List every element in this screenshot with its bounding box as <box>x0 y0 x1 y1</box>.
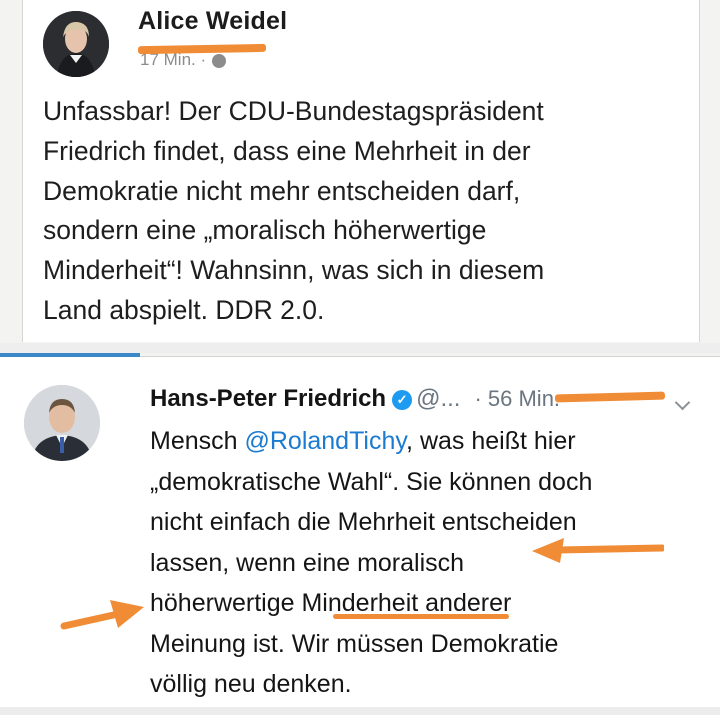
tweet-text-suffix: , was heißt hier <box>406 427 576 455</box>
post-line: Minderheit“! Wahnsinn, was sich in diese… <box>43 255 545 286</box>
tweet-header: Hans-Peter Friedrich ✓ @... · 56 Min. <box>150 385 560 413</box>
post-line: sondern eine „moralisch höherwertige <box>43 215 487 246</box>
arrow-annotation-right <box>60 600 144 630</box>
post-line: Land abspielt. DDR 2.0. <box>43 294 325 325</box>
avatar-portrait <box>43 11 109 77</box>
author-avatar[interactable] <box>43 11 109 77</box>
tweet-line: „demokratische Wahl“. Sie können doch <box>150 467 593 496</box>
tweet-line: Mensch @RolandTichy, was heißt hier <box>150 421 710 462</box>
post-author-name[interactable]: Alice Weidel <box>138 7 287 36</box>
section-divider <box>0 343 720 353</box>
arrow-annotation-left <box>532 538 664 563</box>
post-line: Demokratie nicht mehr entscheiden darf, <box>43 175 521 206</box>
post-line: Friedrich findet, dass eine Mehrheit in … <box>43 135 531 166</box>
mention-link[interactable]: @RolandTichy <box>244 427 406 455</box>
post-line: Unfassbar! Der CDU-Bundestagspräsident <box>43 96 544 126</box>
bottom-divider <box>0 707 720 715</box>
verified-badge-icon: ✓ <box>392 390 413 410</box>
annotation-underline <box>333 614 509 619</box>
tweet-text-prefix: Mensch <box>150 427 245 455</box>
tweet-handle[interactable]: @... <box>416 385 460 412</box>
tweet-line: völlig neu denken. <box>150 670 352 698</box>
post-body: Unfassbar! Der CDU-Bundestagspräsident F… <box>43 92 683 331</box>
avatar-portrait <box>24 385 100 461</box>
tweet-line: Meinung ist. Wir müssen Demokratie <box>150 629 559 658</box>
tweet-card: Hans-Peter Friedrich ✓ @... · 56 Min. Mensc… <box>0 357 720 707</box>
globe-icon <box>212 53 227 68</box>
tweet-author-name[interactable]: Hans-Peter Friedrich <box>150 385 386 412</box>
tweet-timestamp[interactable]: · 56 Min. <box>474 386 560 411</box>
chevron-down-icon[interactable] <box>674 394 691 411</box>
tweet-author-avatar[interactable] <box>24 385 100 461</box>
facebook-post-card: Alice Weidel 17 Min. · Unfassbar! Der CD… <box>22 0 700 342</box>
